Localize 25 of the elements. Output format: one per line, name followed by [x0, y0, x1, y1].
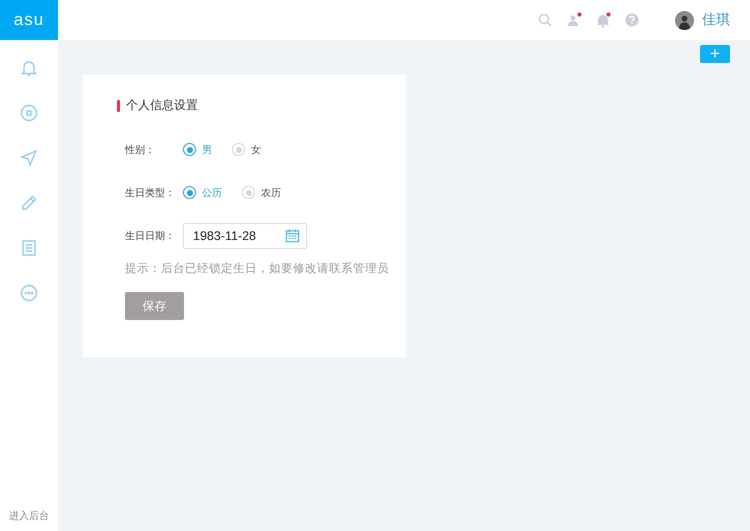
stop-circle-icon[interactable] [19, 103, 39, 123]
help-icon[interactable] [624, 12, 640, 28]
hint-text: 提示：后台已经锁定生日，如要修改请联系管理员 [125, 261, 390, 276]
date-field[interactable]: 1983-11-28 [183, 222, 307, 248]
more-icon[interactable] [19, 283, 39, 303]
radio-option[interactable]: 公历 [183, 186, 222, 200]
field-label: 性别： [125, 144, 156, 156]
avatar[interactable] [675, 10, 694, 30]
radio-option[interactable]: 女 [232, 142, 261, 156]
card-title: 个人信息设置 [126, 97, 198, 114]
radio-option[interactable]: 男 [183, 142, 212, 156]
admin-link[interactable]: 进入后台 [9, 509, 49, 531]
search-icon[interactable] [537, 12, 553, 28]
field-label: 生日日期： [125, 230, 176, 242]
logo: asu [0, 0, 58, 40]
radio-option[interactable]: 农历 [242, 186, 281, 200]
title-marker [117, 100, 120, 112]
user-icon[interactable] [566, 12, 582, 28]
add-button[interactable]: + [700, 45, 730, 63]
user-name[interactable]: 佳琪 [702, 11, 730, 29]
send-icon[interactable] [19, 148, 39, 168]
field-label: 生日类型： [125, 186, 176, 200]
calendar-icon[interactable] [285, 228, 300, 243]
save-button[interactable]: 保存 [125, 292, 184, 320]
bell-icon[interactable] [595, 12, 611, 28]
